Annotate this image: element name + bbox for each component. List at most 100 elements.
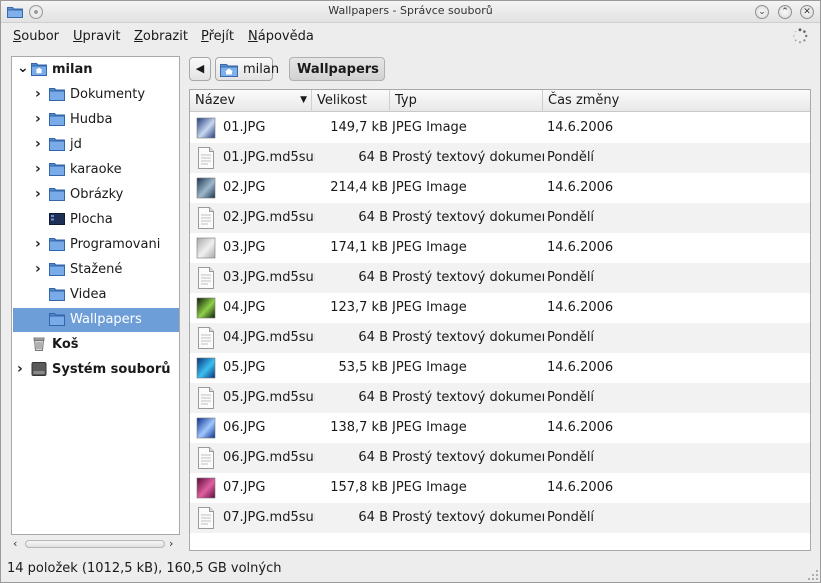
table-row[interactable]: 05.JPG 53,5 kB JPEG Image 14.6.2006	[190, 353, 810, 383]
menu-upravit[interactable]: Upravit	[73, 29, 120, 44]
file-size: 138,7 kB	[330, 420, 388, 435]
places-sidebar[interactable]: ⌄ milan › Dokumenty › Hudba › jd › karaoke › Obrázk…	[11, 56, 180, 535]
file-name: 07.JPG	[223, 480, 266, 495]
folder-icon	[49, 188, 65, 201]
file-type: JPEG Image	[392, 300, 467, 315]
image-thumbnail-icon	[196, 357, 216, 379]
chevron-right-icon[interactable]: ›	[35, 261, 41, 277]
sidebar-item-systém-souborů[interactable]: › Systém souborů	[13, 358, 179, 382]
image-thumbnail-icon	[196, 237, 216, 259]
text-document-icon	[198, 447, 214, 469]
column-date-header[interactable]: Čas změny	[543, 90, 810, 112]
sidebar-item-jd[interactable]: › jd	[13, 133, 179, 157]
menu-prejit[interactable]: Přejít	[201, 29, 234, 44]
sidebar-item-hudba[interactable]: › Hudba	[13, 108, 179, 132]
table-row[interactable]: 03.JPG.md5sum 64 B Prostý textový dokument…	[190, 263, 810, 293]
sidebar-item-wallpapers[interactable]: Wallpapers	[13, 308, 179, 332]
scroll-left-icon[interactable]: ‹	[13, 537, 17, 550]
chevron-down-icon[interactable]: ⌄	[17, 60, 29, 76]
chevron-right-icon[interactable]: ›	[35, 161, 41, 177]
status-bar: 14 položek (1012,5 kB), 160,5 GB volných	[7, 561, 282, 576]
text-document-icon	[198, 207, 214, 229]
table-row[interactable]: 05.JPG.md5sum 64 B Prostý textový dokument…	[190, 383, 810, 413]
breadcrumb-current-button[interactable]: Wallpapers	[289, 57, 385, 81]
chevron-right-icon[interactable]: ›	[35, 236, 41, 252]
sidebar-item-label: Videa	[70, 287, 107, 302]
sidebar-item-plocha[interactable]: Plocha	[13, 208, 179, 232]
sidebar-item-stažené[interactable]: › Stažené	[13, 258, 179, 282]
sidebar-item-programovani[interactable]: › Programovani	[13, 233, 179, 257]
close-button[interactable]: ✕	[800, 5, 814, 19]
chevron-right-icon[interactable]: ›	[17, 361, 23, 377]
table-row[interactable]: 04.JPG 123,7 kB JPEG Image 14.6.2006	[190, 293, 810, 323]
sidebar-horizontal-scrollbar[interactable]: ‹ ›	[11, 537, 180, 551]
sidebar-item-dokumenty[interactable]: › Dokumenty	[13, 83, 179, 107]
table-row[interactable]: 07.JPG.md5sum 64 B Prostý textový dokument…	[190, 503, 810, 533]
chevron-right-icon[interactable]: ›	[35, 136, 41, 152]
back-button[interactable]: ◀	[189, 57, 211, 81]
file-size: 64 B	[358, 330, 388, 345]
file-type: JPEG Image	[392, 420, 467, 435]
column-header: Název ▼ Velikost Typ Čas změny	[190, 90, 810, 112]
file-type: JPEG Image	[392, 480, 467, 495]
table-row[interactable]: 04.JPG.md5sum 64 B Prostý textový dokument…	[190, 323, 810, 353]
file-size: 157,8 kB	[330, 480, 388, 495]
file-name: 04.JPG	[223, 300, 266, 315]
chevron-right-icon[interactable]: ›	[35, 186, 41, 202]
file-type: JPEG Image	[392, 180, 467, 195]
column-size-header[interactable]: Velikost	[312, 90, 390, 112]
chevron-right-icon[interactable]: ›	[35, 111, 41, 127]
title-bar[interactable]: Wallpapers - Správce souborů ⌄ ⌃ ✕	[1, 1, 820, 23]
text-document-icon	[198, 387, 214, 409]
chevron-up-icon: ⌃	[781, 7, 789, 17]
file-size: 174,1 kB	[330, 240, 388, 255]
file-size: 64 B	[358, 270, 388, 285]
file-name: 03.JPG.md5sum	[223, 270, 315, 285]
file-manager-window: Wallpapers - Správce souborů ⌄ ⌃ ✕ Soubo…	[0, 0, 821, 583]
busy-spinner-icon	[793, 28, 808, 44]
file-date: 14.6.2006	[547, 300, 614, 315]
table-row[interactable]: 06.JPG 138,7 kB JPEG Image 14.6.2006	[190, 413, 810, 443]
chevron-right-icon[interactable]: ›	[35, 86, 41, 102]
home-folder-icon	[220, 64, 238, 77]
sidebar-item-obrázky[interactable]: › Obrázky	[13, 183, 179, 207]
maximize-button[interactable]: ⌃	[778, 5, 792, 19]
table-row[interactable]: 02.JPG 214,4 kB JPEG Image 14.6.2006	[190, 173, 810, 203]
sidebar-item-milan[interactable]: ⌄ milan	[13, 58, 179, 82]
sidebar-item-karaoke[interactable]: › karaoke	[13, 158, 179, 182]
column-type-header[interactable]: Typ	[390, 90, 543, 112]
table-row[interactable]: 03.JPG 174,1 kB JPEG Image 14.6.2006	[190, 233, 810, 263]
desktop-icon	[49, 213, 65, 225]
scrollbar-handle[interactable]	[25, 540, 165, 548]
text-document-icon	[198, 327, 214, 349]
file-name: 05.JPG	[223, 360, 266, 375]
file-size: 64 B	[358, 510, 388, 525]
table-row[interactable]: 07.JPG 157,8 kB JPEG Image 14.6.2006	[190, 473, 810, 503]
table-row[interactable]: 06.JPG.md5sum 64 B Prostý textový dokument…	[190, 443, 810, 473]
file-list[interactable]: Název ▼ Velikost Typ Čas změny 01.JPG 149…	[189, 89, 811, 551]
file-type: Prostý textový dokument	[392, 210, 544, 225]
resize-grip-icon[interactable]	[807, 569, 819, 581]
scroll-right-icon[interactable]: ›	[169, 537, 173, 550]
sidebar-item-videa[interactable]: Videa	[13, 283, 179, 307]
file-size: 214,4 kB	[330, 180, 388, 195]
file-date: Pondělí	[547, 450, 595, 465]
window-title: Wallpapers - Správce souborů	[328, 4, 493, 17]
table-row[interactable]: 02.JPG.md5sum 64 B Prostý textový dokument…	[190, 203, 810, 233]
minimize-button[interactable]: ⌄	[755, 5, 769, 19]
file-name: 02.JPG.md5sum	[223, 210, 315, 225]
folder-icon	[49, 163, 65, 176]
file-type: Prostý textový dokument	[392, 150, 544, 165]
menu-zobrazit[interactable]: Zobrazit	[134, 29, 188, 44]
sidebar-item-koš[interactable]: Koš	[13, 333, 179, 357]
breadcrumb-home-button[interactable]: milan	[215, 57, 279, 81]
menu-napoveda[interactable]: Nápověda	[248, 29, 314, 44]
file-date: 14.6.2006	[547, 360, 614, 375]
column-name-header[interactable]: Název ▼	[190, 90, 312, 112]
table-row[interactable]: 01.JPG 149,7 kB JPEG Image 14.6.2006	[190, 113, 810, 143]
file-size: 64 B	[358, 150, 388, 165]
table-row[interactable]: 01.JPG.md5sum 64 B Prostý textový dokument…	[190, 143, 810, 173]
sidebar-item-label: Systém souborů	[52, 362, 171, 377]
sidebar-item-label: Stažené	[70, 262, 123, 277]
menu-soubor[interactable]: Soubor	[13, 29, 59, 44]
